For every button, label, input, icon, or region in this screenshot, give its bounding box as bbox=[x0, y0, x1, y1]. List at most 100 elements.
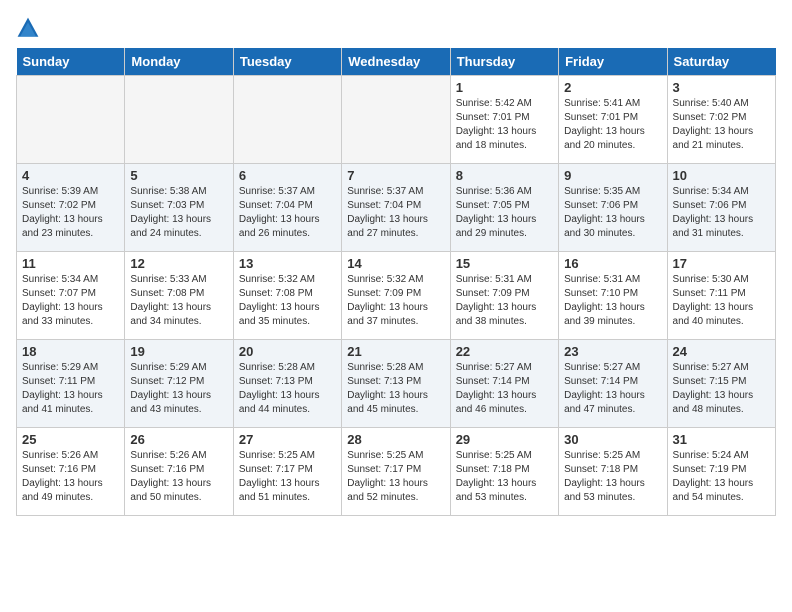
calendar-cell: 7 Sunrise: 5:37 AMSunset: 7:04 PMDaylight… bbox=[342, 164, 450, 252]
day-number: 19 bbox=[130, 344, 227, 359]
day-number: 2 bbox=[564, 80, 661, 95]
day-info: Sunrise: 5:34 AMSunset: 7:06 PMDaylight:… bbox=[673, 185, 770, 241]
day-number: 18 bbox=[22, 344, 119, 359]
calendar-header-row: SundayMondayTuesdayWednesdayThursdayFrid… bbox=[17, 48, 776, 76]
day-number: 31 bbox=[673, 432, 770, 447]
day-number: 22 bbox=[456, 344, 553, 359]
header-sunday: Sunday bbox=[17, 48, 125, 76]
day-info: Sunrise: 5:25 AMSunset: 7:18 PMDaylight:… bbox=[564, 449, 661, 505]
day-info: Sunrise: 5:35 AMSunset: 7:06 PMDaylight:… bbox=[564, 185, 661, 241]
calendar-cell: 9 Sunrise: 5:35 AMSunset: 7:06 PMDaylight… bbox=[559, 164, 667, 252]
day-info: Sunrise: 5:38 AMSunset: 7:03 PMDaylight:… bbox=[130, 185, 227, 241]
header-tuesday: Tuesday bbox=[233, 48, 341, 76]
day-number: 10 bbox=[673, 168, 770, 183]
day-number: 28 bbox=[347, 432, 444, 447]
day-info: Sunrise: 5:33 AMSunset: 7:08 PMDaylight:… bbox=[130, 273, 227, 329]
logo-icon bbox=[16, 16, 40, 40]
day-number: 26 bbox=[130, 432, 227, 447]
day-number: 17 bbox=[673, 256, 770, 271]
day-number: 14 bbox=[347, 256, 444, 271]
day-number: 8 bbox=[456, 168, 553, 183]
day-number: 12 bbox=[130, 256, 227, 271]
header-monday: Monday bbox=[125, 48, 233, 76]
header-friday: Friday bbox=[559, 48, 667, 76]
day-number: 11 bbox=[22, 256, 119, 271]
day-number: 24 bbox=[673, 344, 770, 359]
day-number: 9 bbox=[564, 168, 661, 183]
calendar-cell: 10 Sunrise: 5:34 AMSunset: 7:06 PMDayligh… bbox=[667, 164, 775, 252]
calendar-cell: 22 Sunrise: 5:27 AMSunset: 7:14 PMDayligh… bbox=[450, 340, 558, 428]
day-info: Sunrise: 5:26 AMSunset: 7:16 PMDaylight:… bbox=[130, 449, 227, 505]
calendar-cell: 14Sunrise: 5:32 AMSunset: 7:09 PMDayligh… bbox=[342, 252, 450, 340]
day-info: Sunrise: 5:31 AMSunset: 7:10 PMDaylight:… bbox=[564, 273, 661, 329]
day-number: 25 bbox=[22, 432, 119, 447]
day-info: Sunrise: 5:28 AMSunset: 7:13 PMDaylight:… bbox=[239, 361, 336, 417]
day-number: 15 bbox=[456, 256, 553, 271]
calendar-cell bbox=[233, 76, 341, 164]
calendar-cell: 18 Sunrise: 5:29 AMSunset: 7:11 PMDayligh… bbox=[17, 340, 125, 428]
day-info: Sunrise: 5:39 AMSunset: 7:02 PMDaylight:… bbox=[22, 185, 119, 241]
header-saturday: Saturday bbox=[667, 48, 775, 76]
day-info: Sunrise: 5:32 AMSunset: 7:08 PMDaylight:… bbox=[239, 273, 336, 329]
week-row-1: 1Sunrise: 5:42 AMSunset: 7:01 PMDaylight… bbox=[17, 76, 776, 164]
calendar-cell: 31 Sunrise: 5:24 AMSunset: 7:19 PMDayligh… bbox=[667, 428, 775, 516]
calendar-cell: 19Sunrise: 5:29 AMSunset: 7:12 PMDayligh… bbox=[125, 340, 233, 428]
day-info: Sunrise: 5:34 AMSunset: 7:07 PMDaylight:… bbox=[22, 273, 119, 329]
day-number: 1 bbox=[456, 80, 553, 95]
calendar-cell bbox=[17, 76, 125, 164]
day-info: Sunrise: 5:31 AMSunset: 7:09 PMDaylight:… bbox=[456, 273, 553, 329]
calendar-cell: 20Sunrise: 5:28 AMSunset: 7:13 PMDayligh… bbox=[233, 340, 341, 428]
day-number: 23 bbox=[564, 344, 661, 359]
calendar-cell: 29Sunrise: 5:25 AMSunset: 7:18 PMDayligh… bbox=[450, 428, 558, 516]
day-number: 7 bbox=[347, 168, 444, 183]
day-number: 5 bbox=[130, 168, 227, 183]
header-wednesday: Wednesday bbox=[342, 48, 450, 76]
calendar-cell: 3Sunrise: 5:40 AMSunset: 7:02 PMDaylight… bbox=[667, 76, 775, 164]
header-thursday: Thursday bbox=[450, 48, 558, 76]
day-number: 4 bbox=[22, 168, 119, 183]
page-header bbox=[16, 16, 776, 40]
day-info: Sunrise: 5:30 AMSunset: 7:11 PMDaylight:… bbox=[673, 273, 770, 329]
day-info: Sunrise: 5:41 AMSunset: 7:01 PMDaylight:… bbox=[564, 97, 661, 153]
day-info: Sunrise: 5:24 AMSunset: 7:19 PMDaylight:… bbox=[673, 449, 770, 505]
calendar-cell: 21 Sunrise: 5:28 AMSunset: 7:13 PMDayligh… bbox=[342, 340, 450, 428]
day-info: Sunrise: 5:28 AMSunset: 7:13 PMDaylight:… bbox=[347, 361, 444, 417]
calendar-cell: 24Sunrise: 5:27 AMSunset: 7:15 PMDayligh… bbox=[667, 340, 775, 428]
day-info: Sunrise: 5:26 AMSunset: 7:16 PMDaylight:… bbox=[22, 449, 119, 505]
calendar-cell bbox=[125, 76, 233, 164]
calendar-cell: 13 Sunrise: 5:32 AMSunset: 7:08 PMDayligh… bbox=[233, 252, 341, 340]
calendar-cell: 6Sunrise: 5:37 AMSunset: 7:04 PMDaylight… bbox=[233, 164, 341, 252]
calendar-cell: 30 Sunrise: 5:25 AMSunset: 7:18 PMDayligh… bbox=[559, 428, 667, 516]
week-row-5: 25 Sunrise: 5:26 AMSunset: 7:16 PMDayligh… bbox=[17, 428, 776, 516]
calendar-cell: 2 Sunrise: 5:41 AMSunset: 7:01 PMDaylight… bbox=[559, 76, 667, 164]
week-row-4: 18 Sunrise: 5:29 AMSunset: 7:11 PMDayligh… bbox=[17, 340, 776, 428]
day-number: 21 bbox=[347, 344, 444, 359]
day-number: 30 bbox=[564, 432, 661, 447]
calendar-cell: 11 Sunrise: 5:34 AMSunset: 7:07 PMDayligh… bbox=[17, 252, 125, 340]
calendar-cell: 1Sunrise: 5:42 AMSunset: 7:01 PMDaylight… bbox=[450, 76, 558, 164]
day-info: Sunrise: 5:27 AMSunset: 7:14 PMDaylight:… bbox=[564, 361, 661, 417]
day-info: Sunrise: 5:27 AMSunset: 7:14 PMDaylight:… bbox=[456, 361, 553, 417]
calendar-cell bbox=[342, 76, 450, 164]
day-number: 27 bbox=[239, 432, 336, 447]
day-number: 16 bbox=[564, 256, 661, 271]
week-row-3: 11 Sunrise: 5:34 AMSunset: 7:07 PMDayligh… bbox=[17, 252, 776, 340]
day-info: Sunrise: 5:25 AMSunset: 7:17 PMDaylight:… bbox=[239, 449, 336, 505]
day-number: 3 bbox=[673, 80, 770, 95]
day-info: Sunrise: 5:25 AMSunset: 7:17 PMDaylight:… bbox=[347, 449, 444, 505]
calendar-cell: 12 Sunrise: 5:33 AMSunset: 7:08 PMDayligh… bbox=[125, 252, 233, 340]
calendar-cell: 28 Sunrise: 5:25 AMSunset: 7:17 PMDayligh… bbox=[342, 428, 450, 516]
calendar-table: SundayMondayTuesdayWednesdayThursdayFrid… bbox=[16, 48, 776, 516]
calendar-cell: 15 Sunrise: 5:31 AMSunset: 7:09 PMDayligh… bbox=[450, 252, 558, 340]
calendar-cell: 5 Sunrise: 5:38 AMSunset: 7:03 PMDaylight… bbox=[125, 164, 233, 252]
day-number: 29 bbox=[456, 432, 553, 447]
calendar-cell: 26 Sunrise: 5:26 AMSunset: 7:16 PMDayligh… bbox=[125, 428, 233, 516]
calendar-cell: 27 Sunrise: 5:25 AMSunset: 7:17 PMDayligh… bbox=[233, 428, 341, 516]
day-info: Sunrise: 5:37 AMSunset: 7:04 PMDaylight:… bbox=[239, 185, 336, 241]
day-info: Sunrise: 5:29 AMSunset: 7:11 PMDaylight:… bbox=[22, 361, 119, 417]
calendar-cell: 4 Sunrise: 5:39 AMSunset: 7:02 PMDaylight… bbox=[17, 164, 125, 252]
day-number: 13 bbox=[239, 256, 336, 271]
calendar-cell: 25 Sunrise: 5:26 AMSunset: 7:16 PMDayligh… bbox=[17, 428, 125, 516]
calendar-cell: 17 Sunrise: 5:30 AMSunset: 7:11 PMDayligh… bbox=[667, 252, 775, 340]
day-info: Sunrise: 5:37 AMSunset: 7:04 PMDaylight:… bbox=[347, 185, 444, 241]
